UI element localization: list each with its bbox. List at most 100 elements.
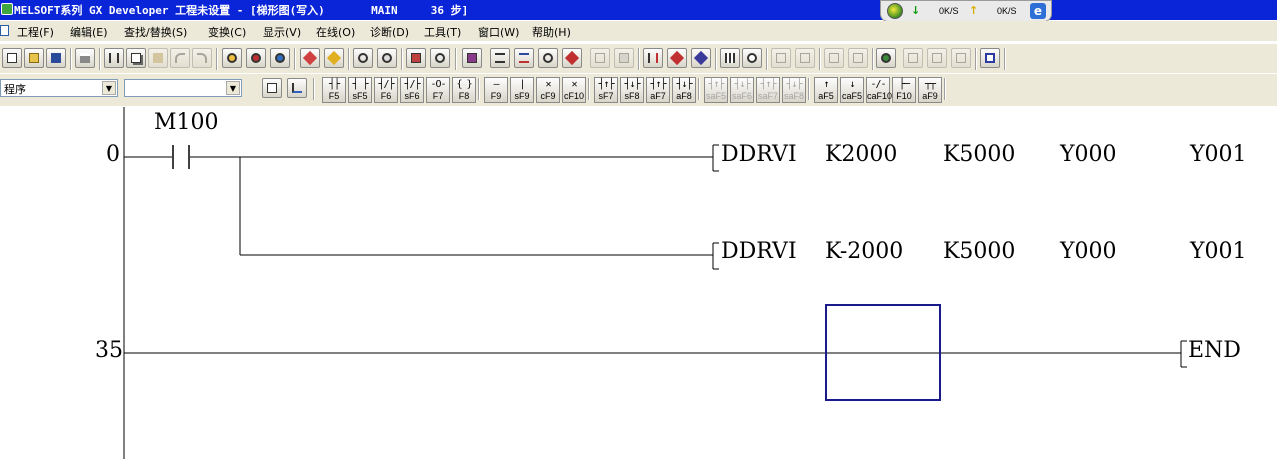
fkey-f5-button[interactable]: ┤├ F5 bbox=[322, 77, 346, 103]
fkey-caf5-button[interactable]: ↓ caF5 bbox=[840, 77, 864, 103]
fkey-af9-button[interactable]: ┬┬ aF9 bbox=[918, 77, 942, 103]
undo-button[interactable] bbox=[170, 48, 190, 68]
fkey-af7-button[interactable]: ┤↑├ aF7 bbox=[646, 77, 670, 103]
fkey-sf9-button[interactable]: | sF9 bbox=[510, 77, 534, 103]
menu-diagnostics[interactable]: 诊断(D) bbox=[370, 24, 409, 40]
fkey-saf8-button[interactable]: ┤↓├ saF8 bbox=[782, 77, 806, 103]
menu-project[interactable]: 工程(F) bbox=[17, 24, 54, 40]
fkey-label: sF9 bbox=[514, 91, 530, 101]
fkey-label: saF5 bbox=[705, 91, 726, 101]
fkey-f8-button[interactable]: { } F8 bbox=[452, 77, 476, 103]
instruction-search-icon[interactable] bbox=[246, 48, 266, 68]
menu-tools[interactable]: 工具(T) bbox=[424, 24, 461, 40]
fkey-caf10-button[interactable]: -/- caF10 bbox=[866, 77, 893, 103]
ladder-edit-mode-icon[interactable] bbox=[514, 48, 534, 68]
instruction-operand: Y000 bbox=[1060, 239, 1117, 264]
ladder-toolbar: 程序 ▼ ▼ ┤├ F5 ┤ ├ sF5 ┤/├ F6 ┤/├ sF6 -O- F7{ } F8— F… bbox=[0, 74, 1277, 106]
ladder-editor[interactable]: M100 0 DDRVI K2000 K5000 Y000 Y001 DDRVI… bbox=[0, 107, 1277, 459]
device-batch-icon[interactable] bbox=[720, 48, 740, 68]
plc-write-icon[interactable] bbox=[462, 48, 482, 68]
toolbar-separator bbox=[348, 48, 350, 70]
fkey-cf10-button[interactable]: ✕ cF10 bbox=[562, 77, 586, 103]
window-tile-icon[interactable] bbox=[824, 48, 844, 68]
sfc-step-icon[interactable] bbox=[614, 48, 634, 68]
fkey-saf7-button[interactable]: ┤↑├ saF7 bbox=[756, 77, 780, 103]
fkey-label: caF10 bbox=[867, 91, 893, 101]
menu-edit[interactable]: 编辑(E) bbox=[70, 24, 108, 40]
network-speed-widget[interactable]: ↓ 0K/S ↑ 0K/S e bbox=[880, 0, 1052, 22]
ladder-symbol-icon: ┤/├ bbox=[378, 79, 394, 90]
menu-window[interactable]: 窗口(W) bbox=[478, 24, 519, 40]
menu-find-replace[interactable]: 查找/替换(S) bbox=[124, 24, 187, 40]
fkey-cf9-button[interactable]: ✕ cF9 bbox=[536, 77, 560, 103]
device-search-icon[interactable] bbox=[222, 48, 242, 68]
browser-icon[interactable]: e bbox=[1030, 3, 1046, 19]
monitor-icon[interactable] bbox=[406, 48, 426, 68]
screen-icon[interactable] bbox=[980, 48, 1000, 68]
comment-display-icon[interactable] bbox=[262, 78, 282, 98]
zoom-icon[interactable] bbox=[353, 48, 373, 68]
monitor-zoom-icon[interactable] bbox=[430, 48, 450, 68]
fkey-af8-button[interactable]: ┤↓├ aF8 bbox=[672, 77, 696, 103]
fkey-f6-button[interactable]: ┤/├ F6 bbox=[374, 77, 398, 103]
device-list-icon[interactable] bbox=[742, 48, 762, 68]
diagnostics-search-icon[interactable] bbox=[876, 48, 896, 68]
write-mode-icon[interactable] bbox=[667, 48, 687, 68]
fkey-sf8-button[interactable]: ┤↓├ sF8 bbox=[620, 77, 644, 103]
sfc-align-icon[interactable] bbox=[903, 48, 923, 68]
sfc-down-icon[interactable] bbox=[795, 48, 815, 68]
statement-edit-icon[interactable] bbox=[324, 48, 344, 68]
document-icon[interactable] bbox=[0, 25, 9, 36]
instruction-mnemonic: DDRVI bbox=[721, 239, 797, 264]
cut-button[interactable] bbox=[104, 48, 124, 68]
save-button[interactable] bbox=[46, 48, 66, 68]
read-mode-icon[interactable] bbox=[691, 48, 711, 68]
new-file-button[interactable] bbox=[2, 48, 22, 68]
melsoft-app-icon[interactable] bbox=[1, 3, 13, 15]
menu-online[interactable]: 在线(O) bbox=[316, 24, 355, 40]
paste-button[interactable] bbox=[148, 48, 168, 68]
sfc-icon[interactable] bbox=[590, 48, 610, 68]
ladder-convert-icon[interactable] bbox=[490, 48, 510, 68]
toolbar-separator bbox=[588, 78, 590, 100]
upload-rate: 0K/S bbox=[997, 6, 1017, 16]
sfc-collapse-icon[interactable] bbox=[951, 48, 971, 68]
fkey-saf6-button[interactable]: ┤↓├ saF6 bbox=[730, 77, 754, 103]
open-file-button[interactable] bbox=[24, 48, 44, 68]
contact-search-icon[interactable] bbox=[270, 48, 290, 68]
fkey-label: F10 bbox=[896, 91, 912, 101]
ladder-search-icon[interactable] bbox=[538, 48, 558, 68]
redo-button[interactable] bbox=[192, 48, 212, 68]
fkey-saf5-button[interactable]: ┤↑├ saF5 bbox=[704, 77, 728, 103]
fkey-af5-button[interactable]: ↑ aF5 bbox=[814, 77, 838, 103]
sfc-up-icon[interactable] bbox=[771, 48, 791, 68]
fkey-sf5-button[interactable]: ┤ ├ sF5 bbox=[348, 77, 372, 103]
sfc-expand-icon[interactable] bbox=[927, 48, 947, 68]
fkey-f10-button[interactable]: ├─ F10 bbox=[892, 77, 916, 103]
list-mode-icon[interactable] bbox=[643, 48, 663, 68]
instruction-operand: K2000 bbox=[825, 142, 898, 167]
fkey-label: aF7 bbox=[650, 91, 666, 101]
ladder-symbol-icon: ┤↓├ bbox=[624, 79, 640, 90]
copy-button[interactable] bbox=[126, 48, 146, 68]
menu-view[interactable]: 显示(V) bbox=[263, 24, 301, 40]
chevron-down-icon[interactable]: ▼ bbox=[226, 81, 240, 95]
instruction-mnemonic: DDRVI bbox=[721, 142, 797, 167]
window-cascade-icon[interactable] bbox=[848, 48, 868, 68]
fkey-f7-button[interactable]: -O- F7 bbox=[426, 77, 450, 103]
fkey-label: F6 bbox=[380, 91, 392, 101]
program-type-select[interactable]: 程序 ▼ bbox=[0, 79, 118, 97]
menu-help[interactable]: 帮助(H) bbox=[532, 24, 571, 40]
rung-step-number: 0 bbox=[106, 142, 120, 167]
fkey-f9-button[interactable]: — F9 bbox=[484, 77, 508, 103]
program-name-select[interactable]: ▼ bbox=[124, 79, 242, 97]
device-tree-icon[interactable] bbox=[287, 78, 307, 98]
zoom-out-icon[interactable] bbox=[377, 48, 397, 68]
fkey-sf7-button[interactable]: ┤↑├ sF7 bbox=[594, 77, 618, 103]
ladder-read-icon[interactable] bbox=[562, 48, 582, 68]
fkey-sf6-button[interactable]: ┤/├ sF6 bbox=[400, 77, 424, 103]
comment-edit-icon[interactable] bbox=[300, 48, 320, 68]
print-button[interactable] bbox=[75, 48, 95, 68]
chevron-down-icon[interactable]: ▼ bbox=[102, 81, 116, 95]
menu-convert[interactable]: 变换(C) bbox=[208, 24, 246, 40]
